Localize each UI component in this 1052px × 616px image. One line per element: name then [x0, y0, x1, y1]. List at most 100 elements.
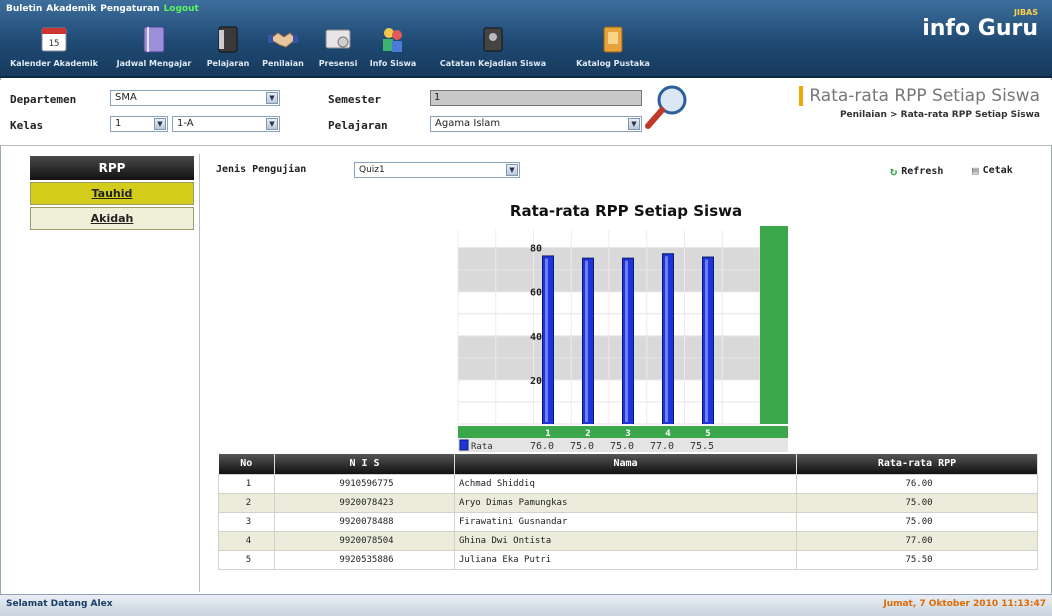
x-tick-label: 2 — [585, 429, 590, 439]
top-menu: Buletin Akademik Pengaturan Logout — [6, 4, 199, 14]
cell-nis: 9920078423 — [274, 492, 455, 513]
cell-rata: 75.50 — [796, 549, 1038, 570]
calendar-day-number: 15 — [49, 39, 60, 49]
cell-nama: Achmad Shiddiq — [454, 473, 797, 494]
cell-nis: 9920535886 — [274, 549, 455, 570]
table-row: 5 9920535886 Juliana Eka Putri 75.50 — [218, 549, 1038, 570]
student-table: No N I S Nama Rata-rata RPP 1 9910596775… — [218, 454, 1038, 570]
y-tick-label: 20 — [530, 376, 542, 387]
rpp-item-tauhid[interactable]: Tauhid — [30, 182, 194, 205]
table-row: 3 9920078488 Firawatini Gusnandar 75.00 — [218, 511, 1038, 532]
binder-icon — [214, 22, 242, 56]
nav-penilaian[interactable]: Penilaian — [258, 22, 308, 68]
cell-rata: 77.00 — [796, 530, 1038, 551]
legend-label: Rata — [471, 442, 493, 452]
kelas-select[interactable]: 1-A ▼ — [172, 116, 280, 132]
status-bar: Selamat Datang Alex Jumat, 7 Oktober 201… — [0, 594, 1052, 616]
breadcrumb: Penilaian > Rata-rata RPP Setiap Siswa — [839, 110, 1040, 120]
nav-label: Penilaian — [262, 59, 304, 68]
nav-label: Pelajaran — [206, 59, 250, 68]
data-label: 75.5 — [690, 441, 714, 452]
cell-nama: Ghina Dwi Ontista — [454, 530, 797, 551]
col-no: No — [218, 454, 275, 474]
table-row: 2 9920078423 Aryo Dimas Pamungkas 75.00 — [218, 492, 1038, 513]
nav-info-siswa[interactable]: Info Siswa — [368, 22, 418, 68]
nav-label: Kalender Akademik — [10, 59, 98, 68]
table-row: 4 9920078504 Ghina Dwi Ontista 77.00 — [218, 530, 1038, 551]
cell-no: 2 — [218, 492, 275, 513]
chevron-down-icon: ▼ — [154, 118, 166, 130]
menu-akademik[interactable]: Akademik — [46, 4, 96, 14]
cell-nis: 9910596775 — [274, 473, 455, 494]
cell-no: 5 — [218, 549, 275, 570]
students-icon — [378, 22, 408, 56]
schedule-book-icon — [139, 22, 169, 56]
cell-rata: 76.00 — [796, 473, 1038, 494]
nav-jadwal-mengajar[interactable]: Jadwal Mengajar — [110, 22, 198, 68]
kelas-label: Kelas — [10, 119, 44, 132]
brand-name: info Guru — [922, 16, 1038, 41]
col-rata-rata: Rata-rata RPP — [796, 454, 1038, 474]
nav-pelajaran[interactable]: Pelajaran — [204, 22, 252, 68]
rpp-item-akidah[interactable]: Akidah — [30, 207, 194, 230]
pelajaran-select[interactable]: Agama Islam ▼ — [430, 116, 642, 132]
table-row: 1 9910596775 Achmad Shiddiq 76.00 — [218, 473, 1038, 494]
pelajaran-value: Agama Islam — [435, 118, 501, 129]
col-nis: N I S — [274, 454, 455, 474]
chevron-down-icon: ▼ — [628, 118, 640, 130]
nav-label: Presensi — [318, 59, 358, 68]
bar-highlight — [545, 258, 548, 422]
page-title: Rata-rata RPP Setiap Siswa — [799, 86, 1040, 106]
handshake-icon — [268, 22, 298, 56]
legend-swatch — [459, 439, 469, 451]
cell-rata: 75.00 — [796, 511, 1038, 532]
library-folder-icon — [599, 22, 627, 56]
menu-buletin[interactable]: Buletin — [6, 4, 42, 14]
data-label: 75.0 — [570, 441, 594, 452]
y-tick-label: 80 — [530, 244, 542, 255]
y-tick-label: 60 — [530, 288, 542, 299]
nav-kalender-akademik[interactable]: 15 Kalender Akademik — [4, 22, 104, 68]
cell-nama: Aryo Dimas Pamungkas — [454, 492, 797, 513]
y-tick-label: 40 — [530, 332, 542, 343]
data-label: 76.0 — [530, 441, 554, 452]
x-tick-label: 5 — [705, 429, 710, 439]
cell-nama: Juliana Eka Putri — [454, 549, 797, 570]
main-nav: 15 Kalender Akademik Jadwal Mengajar Pel… — [4, 22, 664, 68]
bar-highlight — [625, 260, 628, 422]
rpp-panel: RPP Tauhid Akidah — [4, 154, 200, 592]
chevron-down-icon: ▼ — [266, 92, 278, 104]
cell-nis: 9920078504 — [274, 530, 455, 551]
calendar-icon: 15 — [40, 22, 68, 56]
rpp-heading: RPP — [30, 156, 194, 180]
search-icon[interactable] — [644, 82, 692, 133]
nav-katalog-pustaka[interactable]: Katalog Pustaka — [568, 22, 658, 68]
welcome-text: Selamat Datang Alex — [6, 599, 113, 609]
nav-label: Jadwal Mengajar — [116, 59, 192, 68]
logout-link[interactable]: Logout — [164, 4, 199, 14]
nav-label: Info Siswa — [369, 59, 417, 68]
x-tick-label: 4 — [665, 429, 671, 439]
nav-label: Catatan Kejadian Siswa — [439, 59, 547, 68]
menu-pengaturan[interactable]: Pengaturan — [100, 4, 159, 14]
brand-logo: JIBAS info Guru — [922, 8, 1038, 41]
chevron-down-icon: ▼ — [266, 118, 278, 130]
header-bar: Buletin Akademik Pengaturan Logout 15 Ka… — [0, 0, 1052, 78]
data-label: 75.0 — [610, 441, 634, 452]
semester-label: Semester — [328, 93, 381, 106]
page-header: Rata-rata RPP Setiap Siswa Penilaian > R… — [799, 86, 1040, 120]
cell-no: 4 — [218, 530, 275, 551]
tingkat-select[interactable]: 1 ▼ — [110, 116, 168, 132]
chart-right-wall — [760, 226, 788, 424]
x-tick-label: 1 — [545, 429, 550, 439]
nav-catatan-kejadian-siswa[interactable]: Catatan Kejadian Siswa — [424, 22, 562, 68]
bar-highlight — [585, 260, 588, 422]
notebook-icon — [479, 22, 507, 56]
cell-nama: Firawatini Gusnandar — [454, 511, 797, 532]
main-content: Jenis Pengujian Quiz1 ▼ ↻ Refresh ▤ Ceta… — [206, 154, 1046, 592]
departemen-label: Departemen — [10, 93, 77, 106]
cell-rata: 75.00 — [796, 492, 1038, 513]
nav-presensi[interactable]: Presensi — [314, 22, 362, 68]
bar-chart: 20 40 60 80 1 2 3 4 5 76.0 75.0 75.0 77.0 75.5 Rata — [457, 226, 788, 452]
departemen-select[interactable]: SMA ▼ — [110, 90, 280, 106]
